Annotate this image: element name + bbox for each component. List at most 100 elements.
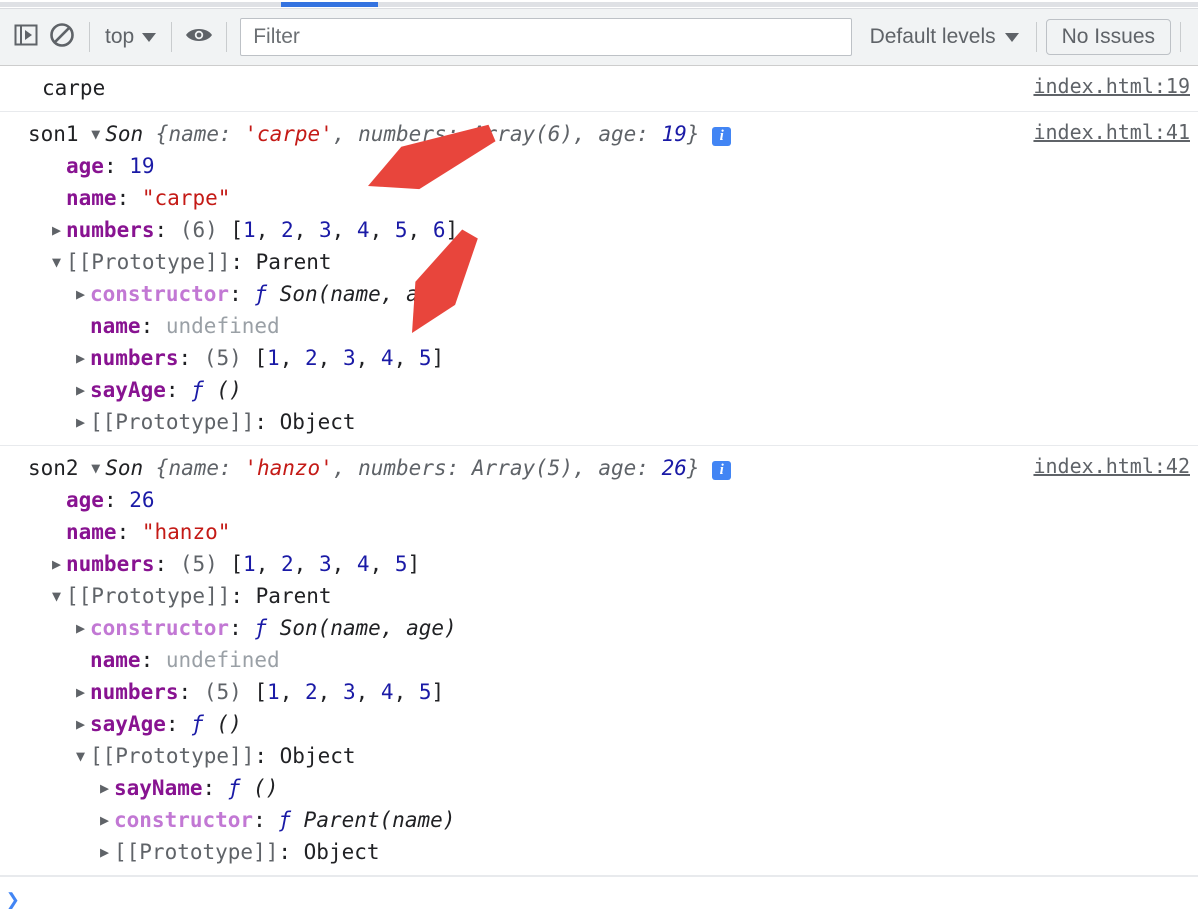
info-icon[interactable]: i bbox=[712, 127, 732, 146]
clear-console-button[interactable] bbox=[44, 19, 80, 55]
number-value: 4 bbox=[380, 346, 394, 370]
number-value: 1 bbox=[243, 552, 256, 576]
function-marker-icon: ƒ bbox=[227, 776, 254, 800]
property-name: age bbox=[66, 488, 104, 512]
object-property-row[interactable]: numbers: (5) [1, 2, 3, 4, 5] bbox=[0, 676, 1198, 708]
token-text: carpe bbox=[42, 76, 106, 100]
number-value: 6 bbox=[432, 218, 446, 242]
object-header-row[interactable]: son2 Son {name: 'hanzo', numbers: Array(… bbox=[0, 452, 1198, 484]
source-location-link[interactable]: index.html:41 bbox=[1033, 120, 1190, 144]
number-value: 2 bbox=[305, 346, 318, 370]
number-value: 5 bbox=[418, 680, 432, 704]
console-sidebar-toggle-button[interactable] bbox=[8, 19, 44, 55]
collapse-triangle-icon[interactable] bbox=[52, 580, 66, 612]
undefined-value: undefined bbox=[165, 648, 280, 672]
object-header-row[interactable]: son1 Son {name: 'carpe', numbers: Array(… bbox=[0, 118, 1198, 150]
object-property-row: name: "carpe" bbox=[0, 182, 1198, 214]
object-preview-text: , numbers: Array(6), age: bbox=[332, 122, 662, 146]
number-value: 3 bbox=[342, 680, 356, 704]
function-signature: Son(name, age) bbox=[279, 282, 457, 306]
function-marker-icon: ƒ bbox=[191, 378, 217, 402]
console-prompt[interactable]: ❯ bbox=[0, 876, 1198, 923]
expand-triangle-icon[interactable] bbox=[76, 374, 90, 406]
collapse-triangle-icon[interactable] bbox=[52, 246, 66, 278]
object-property-row[interactable]: sayAge: ƒ () bbox=[0, 708, 1198, 740]
expand-triangle-icon[interactable] bbox=[76, 612, 90, 644]
collapse-triangle-icon[interactable] bbox=[91, 452, 105, 484]
object-property-row[interactable]: [[Prototype]]: Object bbox=[0, 836, 1198, 868]
number-value: 19 bbox=[129, 154, 155, 178]
console-toolbar: top Filter Default levels No Issues bbox=[0, 9, 1198, 66]
string-value: "hanzo" bbox=[141, 520, 231, 544]
property-name: sayName bbox=[114, 776, 203, 800]
token-text: , bbox=[369, 218, 395, 242]
live-expression-button[interactable] bbox=[181, 19, 217, 55]
object-property-row[interactable]: [[Prototype]]: Object bbox=[0, 740, 1198, 772]
property-name: name bbox=[90, 648, 141, 672]
expand-triangle-icon[interactable] bbox=[100, 804, 114, 836]
number-value: 3 bbox=[342, 346, 356, 370]
token-text: , bbox=[317, 346, 343, 370]
number-value: 3 bbox=[318, 218, 332, 242]
token-text: : bbox=[140, 314, 166, 338]
object-property-row[interactable]: sayAge: ƒ () bbox=[0, 374, 1198, 406]
token-text: , bbox=[255, 552, 281, 576]
source-location-link[interactable]: index.html:19 bbox=[1033, 74, 1190, 98]
expand-triangle-icon[interactable] bbox=[52, 214, 66, 246]
property-name: numbers bbox=[90, 680, 179, 704]
expand-triangle-icon[interactable] bbox=[52, 548, 66, 580]
expand-triangle-icon[interactable] bbox=[76, 708, 90, 740]
toolbar-divider bbox=[1180, 22, 1181, 52]
object-property-row[interactable]: [[Prototype]]: Object bbox=[0, 406, 1198, 438]
inherited-property-name: constructor bbox=[90, 616, 230, 640]
console-message: carpe index.html:19 bbox=[0, 66, 1198, 112]
execution-context-selector[interactable]: top bbox=[99, 25, 162, 49]
console-filter-input[interactable]: Filter bbox=[240, 18, 852, 56]
number-value: 4 bbox=[356, 552, 370, 576]
expand-triangle-icon[interactable] bbox=[76, 676, 90, 708]
object-property-row[interactable]: numbers: (5) [1, 2, 3, 4, 5] bbox=[0, 342, 1198, 374]
object-property-row[interactable]: numbers: (6) [1, 2, 3, 4, 5, 6] bbox=[0, 214, 1198, 246]
function-signature: Parent(name) bbox=[303, 808, 456, 832]
object-property-row[interactable]: constructor: ƒ Son(name, age) bbox=[0, 612, 1198, 644]
devtools-tab-strip bbox=[0, 0, 1198, 9]
prototype-key: [[Prototype]] bbox=[114, 840, 279, 864]
array-length: (5) bbox=[203, 346, 255, 370]
collapse-triangle-icon[interactable] bbox=[76, 740, 90, 772]
token-text: : bbox=[229, 616, 255, 640]
expand-triangle-icon[interactable] bbox=[76, 342, 90, 374]
token-text: ] bbox=[431, 346, 445, 370]
info-icon[interactable]: i bbox=[712, 461, 732, 480]
collapse-triangle-icon[interactable] bbox=[91, 118, 105, 150]
token-text: : bbox=[165, 712, 192, 736]
issues-button[interactable]: No Issues bbox=[1045, 19, 1171, 55]
object-property-row[interactable]: constructor: ƒ Son(name, age) bbox=[0, 278, 1198, 310]
token-text: [ bbox=[254, 346, 268, 370]
object-property-row[interactable]: [[Prototype]]: Parent bbox=[0, 580, 1198, 612]
object-property-row[interactable]: [[Prototype]]: Parent bbox=[0, 246, 1198, 278]
number-value: 5 bbox=[394, 552, 408, 576]
expand-triangle-icon[interactable] bbox=[100, 772, 114, 804]
log-levels-selector[interactable]: Default levels bbox=[862, 25, 1027, 49]
function-signature: () bbox=[253, 776, 279, 800]
clear-console-icon bbox=[48, 21, 76, 54]
token-text: : bbox=[165, 378, 192, 402]
source-location-link[interactable]: index.html:42 bbox=[1033, 454, 1190, 478]
object-property-row[interactable]: numbers: (5) [1, 2, 3, 4, 5] bbox=[0, 548, 1198, 580]
token-text: : bbox=[116, 520, 142, 544]
object-preview-text: {name: bbox=[155, 456, 245, 480]
object-property-row: name: undefined bbox=[0, 644, 1198, 676]
live-expression-eye-icon bbox=[184, 23, 214, 52]
object-property-row[interactable]: constructor: ƒ Parent(name) bbox=[0, 804, 1198, 836]
property-name: name bbox=[66, 186, 117, 210]
expand-triangle-icon[interactable] bbox=[76, 278, 90, 310]
property-name: numbers bbox=[66, 552, 155, 576]
object-property-row[interactable]: sayName: ƒ () bbox=[0, 772, 1198, 804]
expand-triangle-icon[interactable] bbox=[76, 406, 90, 438]
expand-triangle-icon[interactable] bbox=[100, 836, 114, 868]
token-text: : bbox=[140, 648, 166, 672]
token-text: ] bbox=[407, 552, 421, 576]
string-value: "carpe" bbox=[141, 186, 231, 210]
console-variable-label: son2 bbox=[28, 456, 92, 480]
